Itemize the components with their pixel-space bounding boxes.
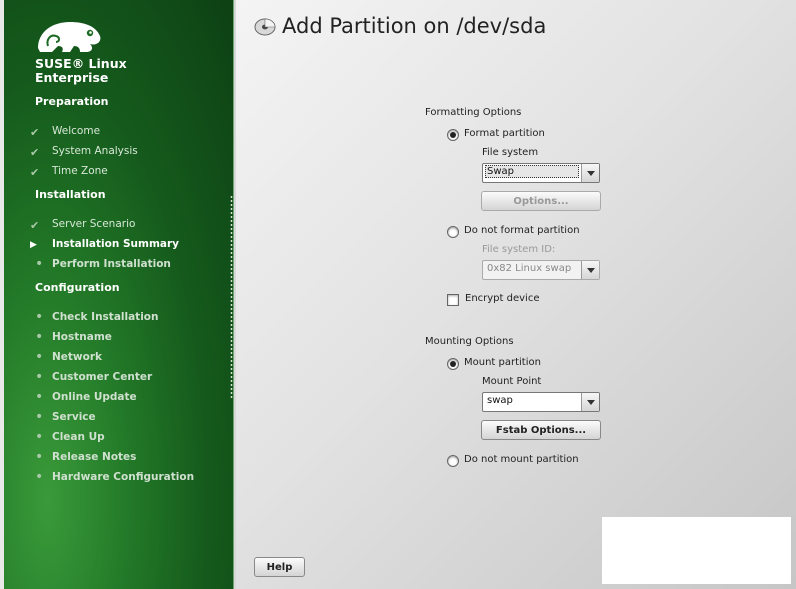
help-button[interactable]: Help <box>254 557 305 577</box>
bullet-icon: • <box>35 429 44 445</box>
file-system-id-select[interactable]: 0x82 Linux swap <box>482 260 600 280</box>
step-time-zone: ✔ Time Zone <box>30 165 225 181</box>
chevron-down-icon[interactable] <box>581 393 599 411</box>
file-system-id-label: File system ID: <box>482 244 556 255</box>
step-check-installation: • Check Installation <box>30 309 225 327</box>
sidebar: SUSE® Linux Enterprise Preparation ✔ Wel… <box>0 0 236 589</box>
options-button[interactable]: Options... <box>481 191 601 211</box>
step-customer-center: • Customer Center <box>30 369 225 387</box>
step-label: Time Zone <box>52 165 108 177</box>
mounting-options-group-label: Mounting Options <box>425 336 514 347</box>
partition-disk-icon <box>254 18 276 36</box>
overlay-watermark <box>602 517 791 584</box>
sidebar-edge <box>233 0 234 589</box>
section-installation: Installation <box>35 188 106 201</box>
step-perform-installation: • Perform Installation <box>30 256 225 274</box>
section-configuration: Configuration <box>35 281 120 294</box>
bullet-icon: • <box>35 349 44 365</box>
chevron-down-icon[interactable] <box>581 261 599 279</box>
step-label: Clean Up <box>52 431 105 443</box>
mount-point-combo[interactable]: swap <box>482 392 600 412</box>
format-partition-label[interactable]: Format partition <box>464 128 545 139</box>
step-installation-summary: ▶ Installation Summary <box>30 238 225 254</box>
step-label: Check Installation <box>52 311 159 323</box>
bullet-icon: • <box>35 329 44 345</box>
format-partition-radio[interactable] <box>447 129 459 141</box>
mount-partition-radio[interactable] <box>447 358 459 370</box>
page-title: Add Partition on /dev/sda <box>282 14 547 38</box>
step-label: Server Scenario <box>52 218 136 230</box>
brand-name: SUSE® Linux <box>35 56 127 71</box>
step-label: Online Update <box>52 391 137 403</box>
step-label: Service <box>52 411 96 423</box>
step-label: Release Notes <box>52 451 137 463</box>
file-system-id-value: 0x82 Linux swap <box>487 263 572 274</box>
step-label: Installation Summary <box>52 238 180 250</box>
step-label: Hostname <box>52 331 112 343</box>
step-clean-up: • Clean Up <box>30 429 225 447</box>
step-service: • Service <box>30 409 225 427</box>
chevron-down-icon[interactable] <box>581 164 599 182</box>
bullet-icon: • <box>35 369 44 385</box>
triangle-right-icon: ▶ <box>30 240 37 250</box>
do-not-format-label[interactable]: Do not format partition <box>464 225 580 236</box>
step-network: • Network <box>30 349 225 367</box>
brand-edition: Enterprise <box>35 70 109 85</box>
step-online-update: • Online Update <box>30 389 225 407</box>
do-not-format-radio[interactable] <box>447 226 459 238</box>
mount-point-label: Mount Point <box>482 376 542 387</box>
do-not-mount-radio[interactable] <box>447 455 459 467</box>
sidebar-resize-handle[interactable] <box>230 195 233 400</box>
encrypt-device-label[interactable]: Encrypt device <box>465 293 539 304</box>
formatting-options-group-label: Formatting Options <box>425 107 522 118</box>
step-label: System Analysis <box>52 145 138 157</box>
check-icon: ✔ <box>30 126 40 139</box>
step-label: Hardware Configuration <box>52 471 195 483</box>
bullet-icon: • <box>35 409 44 425</box>
check-icon: ✔ <box>30 219 40 232</box>
bullet-icon: • <box>35 449 44 465</box>
check-icon: ✔ <box>30 146 40 159</box>
chameleon-logo-icon <box>38 22 101 52</box>
do-not-mount-label[interactable]: Do not mount partition <box>464 454 579 465</box>
step-label: Network <box>52 351 103 363</box>
step-label: Perform Installation <box>52 258 171 270</box>
mount-point-value: swap <box>487 395 513 406</box>
step-hostname: • Hostname <box>30 329 225 347</box>
fstab-options-button[interactable]: Fstab Options... <box>481 420 601 440</box>
file-system-label: File system <box>482 147 539 158</box>
bullet-icon: • <box>35 309 44 325</box>
step-server-scenario: ✔ Server Scenario <box>30 218 225 234</box>
main-panel: Add Partition on /dev/sda Formatting Opt… <box>236 0 796 589</box>
step-system-analysis: ✔ System Analysis <box>30 145 225 161</box>
file-system-value: Swap <box>485 165 579 178</box>
encrypt-device-checkbox[interactable] <box>447 294 459 306</box>
step-release-notes: • Release Notes <box>30 449 225 467</box>
file-system-select[interactable]: Swap <box>482 163 600 183</box>
step-label: Welcome <box>52 125 101 137</box>
check-icon: ✔ <box>30 166 40 179</box>
step-welcome: ✔ Welcome <box>30 125 225 141</box>
mount-partition-label[interactable]: Mount partition <box>464 357 541 368</box>
step-label: Customer Center <box>52 371 153 383</box>
step-hardware-configuration: • Hardware Configuration <box>30 469 225 487</box>
bullet-icon: • <box>35 389 44 405</box>
bullet-icon: • <box>35 469 44 485</box>
section-preparation: Preparation <box>35 95 109 108</box>
bullet-icon: • <box>35 256 44 272</box>
